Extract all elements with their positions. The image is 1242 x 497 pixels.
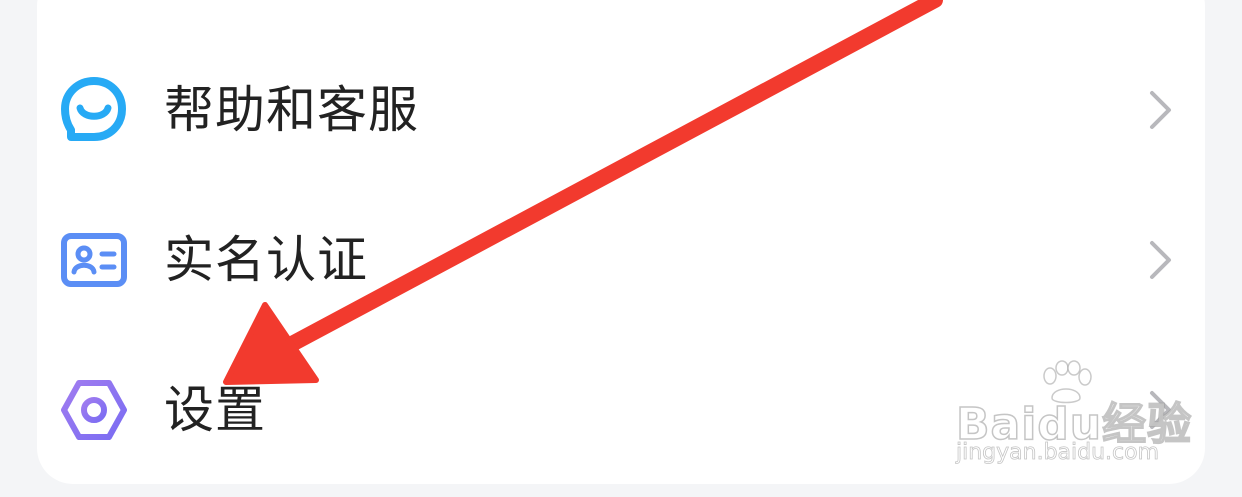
id-card-icon: [59, 225, 129, 295]
menu-item-label: 设置: [164, 381, 266, 439]
menu-item-help-service[interactable]: 帮助和客服: [37, 50, 1205, 170]
hexagon-gear-icon: [59, 375, 129, 445]
chevron-right-icon: [1143, 390, 1177, 430]
menu-item-label: 实名认证: [164, 231, 368, 289]
menu-item-real-name-verification[interactable]: 实名认证: [37, 200, 1205, 320]
menu-item-settings[interactable]: 设置: [37, 350, 1205, 470]
chat-bubble-smile-icon: [59, 75, 129, 145]
chevron-right-icon: [1143, 90, 1177, 130]
chevron-right-icon: [1143, 240, 1177, 280]
menu-item-label: 帮助和客服: [164, 81, 419, 139]
